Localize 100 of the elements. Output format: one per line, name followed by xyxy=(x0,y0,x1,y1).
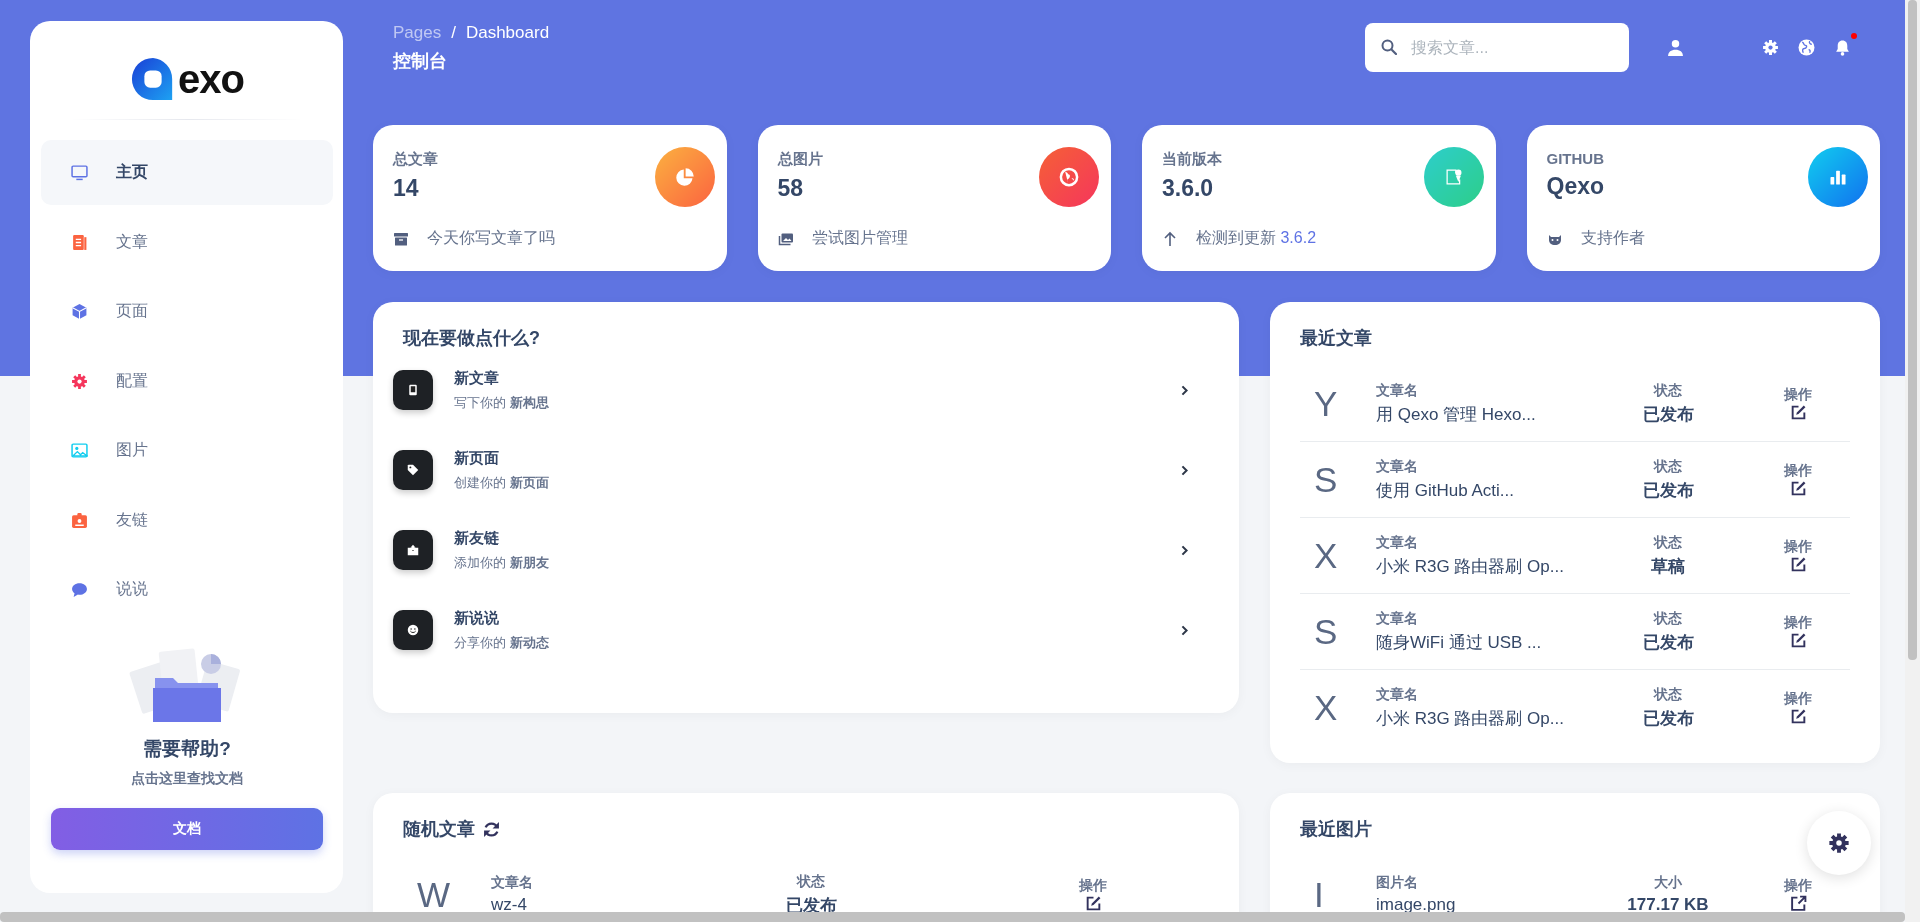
quick-action-item[interactable]: 新文章 写下你的 新构思 xyxy=(393,350,1209,430)
column-label: 操作 xyxy=(1784,386,1812,404)
stat-value: 3.6.0 xyxy=(1162,175,1215,202)
arrow-up-icon xyxy=(1162,230,1178,247)
action-subtitle: 分享你的 新动态 xyxy=(454,633,550,652)
edit-icon[interactable] xyxy=(1789,480,1807,497)
stat-footer: 今天你写文章了吗 xyxy=(427,228,555,249)
image-size: 177.17 KB xyxy=(1626,895,1710,915)
external-link-icon[interactable] xyxy=(1789,895,1807,912)
search-field[interactable]: 搜索文章... xyxy=(1365,23,1629,72)
column-label: 状态 xyxy=(1652,381,1683,400)
column-label: 操作 xyxy=(1784,877,1812,895)
column-label: 操作 xyxy=(1784,614,1812,632)
action-subtitle: 创建你的 新页面 xyxy=(454,473,550,492)
post-title[interactable]: 小米 R3G 路由器刷 Op... xyxy=(1376,554,1608,578)
post-title[interactable]: 使用 GitHub Acti... xyxy=(1376,478,1608,502)
post-title[interactable]: wz-4 xyxy=(491,895,741,915)
nav-item[interactable]: 图片 xyxy=(41,418,333,483)
scrollbar[interactable] xyxy=(1905,0,1920,922)
document-icon xyxy=(71,233,88,251)
edit-icon[interactable] xyxy=(1789,556,1807,573)
stat-title: 当前版本 xyxy=(1162,150,1222,169)
id-badge-icon xyxy=(71,511,88,529)
help-link[interactable]: 点击这里查找文档 xyxy=(131,770,243,788)
column-label: 文章名 xyxy=(1376,457,1419,476)
column-label: 文章名 xyxy=(1376,609,1419,628)
box-icon xyxy=(393,530,433,570)
tablet-icon xyxy=(393,370,433,410)
initial-letter: X xyxy=(1313,687,1339,728)
quick-action-item[interactable]: 新说说 分享你的 新动态 xyxy=(393,590,1209,670)
chevron-right-icon xyxy=(1181,624,1188,636)
column-label: 文章名 xyxy=(1376,685,1419,704)
chevron-right-icon xyxy=(1181,384,1188,396)
cube-icon xyxy=(71,303,88,320)
stat-footer: 尝试图片管理 xyxy=(811,228,908,249)
quick-action-item[interactable]: 新友链 添加你的 新朋友 xyxy=(393,510,1209,590)
column-label: 操作 xyxy=(1784,538,1812,556)
action-title: 新文章 xyxy=(454,368,500,388)
card-title: 最近图片 xyxy=(1300,818,1373,841)
refresh-icon[interactable] xyxy=(483,820,500,838)
action-title: 新页面 xyxy=(454,448,500,468)
initial-letter: I xyxy=(1313,874,1325,915)
stat-title: GITHUB xyxy=(1546,150,1605,167)
nav-item[interactable]: 说说 xyxy=(41,557,333,622)
nav-item[interactable]: 配置 xyxy=(41,348,333,414)
monitor-icon xyxy=(71,164,88,181)
image-name[interactable]: image.png xyxy=(1376,895,1608,915)
column-label: 操作 xyxy=(1079,877,1107,895)
settings-icon xyxy=(1828,832,1850,854)
initial-letter: W xyxy=(416,874,452,915)
nav-item[interactable]: 页面 xyxy=(41,279,333,344)
docs-button[interactable]: 文档 xyxy=(51,808,323,850)
post-status: 草稿 xyxy=(1650,555,1686,578)
nav-item[interactable]: 友链 xyxy=(41,487,333,553)
column-label: 操作 xyxy=(1784,462,1812,480)
column-label: 大小 xyxy=(1653,874,1683,892)
scrollbar-thumb[interactable] xyxy=(1908,0,1917,660)
quick-action-item[interactable]: 新页面 创建你的 新页面 xyxy=(393,430,1209,510)
column-label: 文章名 xyxy=(1376,533,1419,552)
tag-icon xyxy=(393,450,433,490)
initial-letter: S xyxy=(1313,459,1339,500)
post-title[interactable]: 小米 R3G 路由器刷 Op... xyxy=(1376,706,1608,730)
edit-icon[interactable] xyxy=(1789,632,1807,649)
action-subtitle: 写下你的 新构思 xyxy=(454,393,550,412)
post-title[interactable]: 用 Qexo 管理 Hexo... xyxy=(1376,402,1608,426)
edit-icon[interactable] xyxy=(1789,708,1807,725)
chevron-right-icon xyxy=(1181,544,1188,556)
post-status: 已发布 xyxy=(1641,403,1695,426)
chat-bubble-icon xyxy=(71,581,88,598)
settings-icon[interactable] xyxy=(1762,39,1779,56)
edit-icon[interactable] xyxy=(1084,895,1102,912)
breadcrumb-current: Dashboard xyxy=(465,23,550,43)
edit-icon[interactable] xyxy=(1789,404,1807,421)
card-title: 最近文章 xyxy=(1300,327,1373,350)
action-subtitle: 添加你的 新朋友 xyxy=(454,553,550,572)
column-label: 状态 xyxy=(1652,609,1683,628)
scrollbar-thumb[interactable] xyxy=(0,912,1905,922)
stat-value: 58 xyxy=(777,175,805,202)
column-label: 图片名 xyxy=(1376,874,1419,892)
nav-item[interactable]: 文章 xyxy=(41,209,333,275)
stat-title: 总文章 xyxy=(393,150,438,169)
notification-bell-icon[interactable] xyxy=(1834,39,1851,56)
archive-icon xyxy=(393,230,409,247)
nav-item[interactable]: 主页 xyxy=(41,140,333,205)
column-label: 文章名 xyxy=(491,874,534,892)
post-title[interactable]: 随身WiFi 通过 USB ... xyxy=(1376,630,1608,654)
card-title: 随机文章 xyxy=(403,818,475,841)
card-title: 现在要做点什么? xyxy=(401,327,541,350)
update-notice: 检测到更新 3.6.2 xyxy=(1196,228,1317,248)
breadcrumb-separator: / xyxy=(451,23,456,43)
column-label: 状态 xyxy=(795,872,826,891)
post-status: 已发布 xyxy=(1641,479,1695,502)
column-label: 文章名 xyxy=(1376,381,1419,400)
stat-value: Qexo xyxy=(1546,173,1605,200)
logo[interactable]: exo xyxy=(130,57,244,101)
initial-letter: S xyxy=(1313,611,1339,652)
page-title: 控制台 xyxy=(393,50,448,73)
user-icon[interactable] xyxy=(1667,39,1684,56)
version-link[interactable]: 3.6.2 xyxy=(1280,229,1317,246)
image-icon xyxy=(71,442,88,459)
